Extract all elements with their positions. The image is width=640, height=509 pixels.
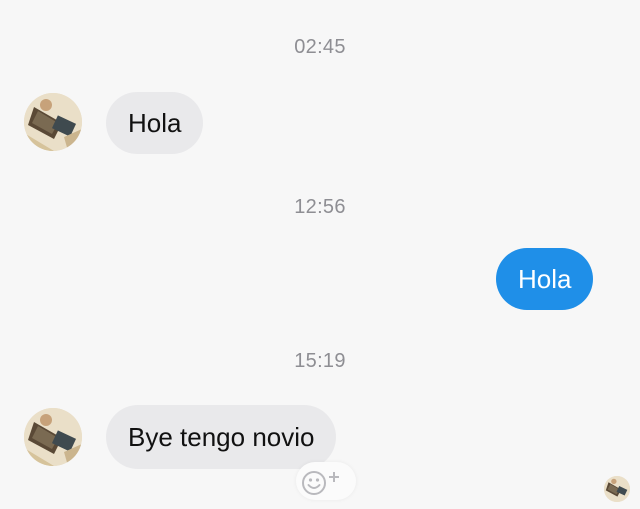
message-bubble-outgoing[interactable]: Hola: [496, 248, 594, 310]
timestamp: 12:56: [294, 196, 346, 218]
add-reaction-button[interactable]: [296, 462, 356, 500]
avatar-photo-icon: [24, 93, 82, 151]
contact-avatar[interactable]: [24, 93, 82, 151]
seen-avatar-icon: [604, 476, 630, 502]
seen-indicator-avatar: [604, 476, 630, 502]
avatar-photo-icon: [24, 408, 82, 466]
smiley-plus-icon: [302, 471, 339, 495]
contact-avatar[interactable]: [24, 408, 82, 466]
timestamp: 15:19: [294, 350, 346, 372]
timestamp: 02:45: [294, 36, 346, 58]
message-bubble-incoming[interactable]: Hola: [106, 92, 204, 154]
message-bubble-incoming[interactable]: Bye tengo novio: [106, 405, 337, 469]
